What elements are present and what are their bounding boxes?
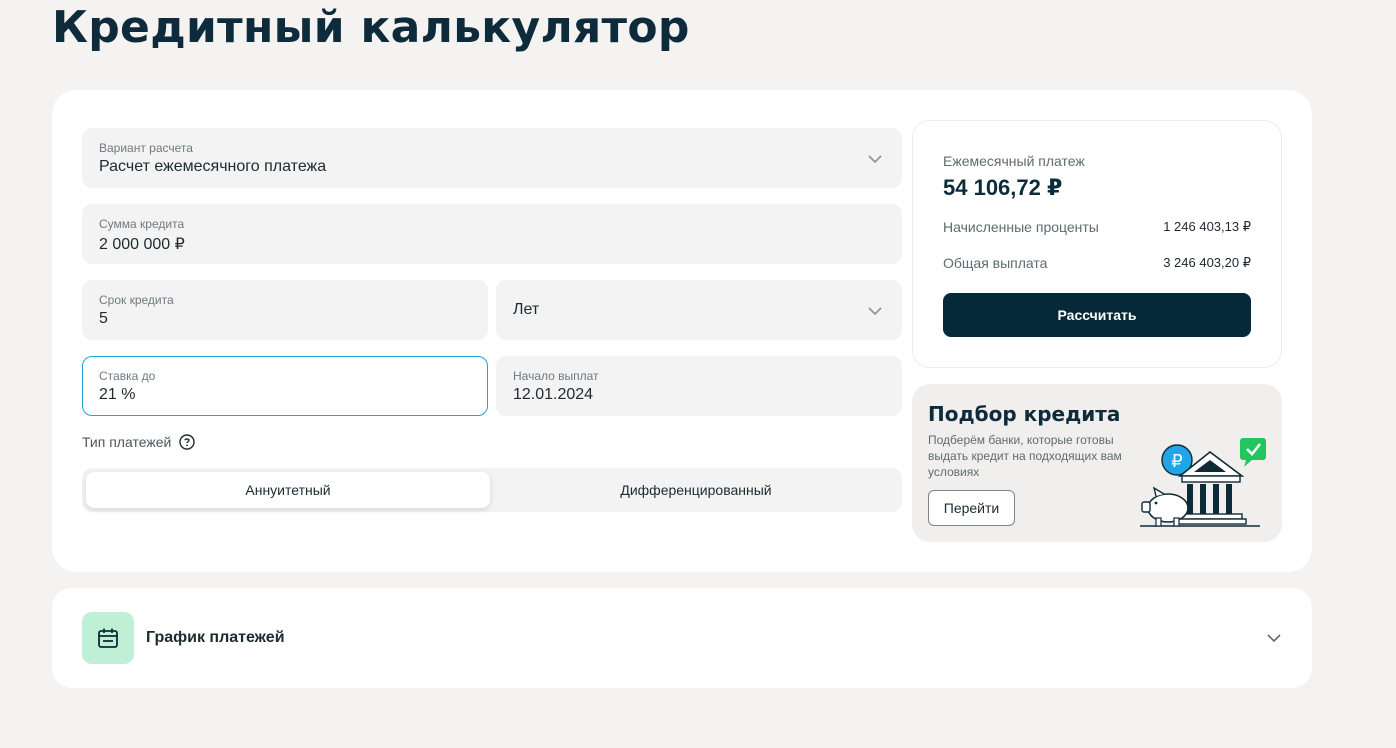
- help-icon[interactable]: [179, 434, 196, 450]
- promo-title: Подбор кредита: [928, 402, 1121, 426]
- calendar-icon: [98, 628, 118, 648]
- payment-schedule-accordion[interactable]: График платежей: [52, 588, 1312, 688]
- page-title: Кредитный калькулятор: [52, 2, 690, 53]
- annuity-option[interactable]: Аннуитетный: [86, 472, 490, 508]
- result-panel: Ежемесячный платеж 54 106,72 ₽ Начисленн…: [912, 120, 1282, 368]
- amount-field[interactable]: Сумма кредита 2 000 000 ₽: [82, 204, 902, 264]
- total-label: Общая выплата: [943, 255, 1048, 271]
- term-value: 5: [99, 310, 108, 327]
- monthly-payment-value: 54 106,72 ₽: [943, 175, 1063, 200]
- calendar-icon-badge: [82, 612, 134, 664]
- term-label: Срок кредита: [99, 293, 174, 307]
- term-unit-value: Лет: [513, 301, 540, 318]
- monthly-payment-label: Ежемесячный платеж: [943, 153, 1085, 169]
- rate-label: Ставка до: [99, 369, 156, 383]
- chevron-down-icon[interactable]: [1266, 630, 1282, 646]
- interest-label: Начисленные проценты: [943, 219, 1099, 235]
- payment-type-toggle: Аннуитетный Дифференцированный: [82, 468, 902, 512]
- calculator-card: Вариант расчета Расчет ежемесячного плат…: [52, 90, 1312, 572]
- calculate-button[interactable]: Рассчитать: [943, 293, 1251, 337]
- svg-text:₽: ₽: [1171, 451, 1182, 472]
- calc-variant-label: Вариант расчета: [99, 141, 193, 155]
- rate-field[interactable]: Ставка до 21 %: [82, 356, 488, 416]
- total-value: 3 246 403,20 ₽: [1163, 255, 1251, 270]
- start-date-field[interactable]: Начало выплат 12.01.2024: [496, 356, 902, 416]
- start-date-value: 12.01.2024: [513, 386, 594, 403]
- differentiated-option[interactable]: Дифференцированный: [494, 472, 898, 508]
- chevron-down-icon: [868, 155, 882, 164]
- rate-value: 21 %: [99, 386, 136, 403]
- chevron-down-icon: [868, 307, 882, 316]
- total-row: Общая выплата 3 246 403,20 ₽: [943, 255, 1251, 271]
- payment-type-label: Тип платежей: [82, 434, 172, 450]
- interest-value: 1 246 403,13 ₽: [1163, 219, 1251, 234]
- go-button[interactable]: Перейти: [928, 490, 1015, 526]
- bank-illustration-icon: ₽: [1140, 438, 1266, 527]
- schedule-title: График платежей: [146, 629, 285, 646]
- interest-row: Начисленные проценты 1 246 403,13 ₽: [943, 219, 1251, 235]
- promo-text: Подберём банки, которые готовы выдать кр…: [928, 433, 1122, 479]
- start-date-label: Начало выплат: [513, 369, 599, 383]
- loan-selection-promo: Подбор кредита Подберём банки, которые г…: [912, 384, 1282, 542]
- term-unit-select[interactable]: Лет: [496, 280, 902, 340]
- payment-type-heading: Тип платежей: [82, 434, 196, 450]
- amount-label: Сумма кредита: [99, 217, 185, 231]
- amount-value: 2 000 000 ₽: [99, 236, 185, 253]
- term-field[interactable]: Срок кредита 5: [82, 280, 488, 340]
- calc-variant-select[interactable]: Вариант расчета Расчет ежемесячного плат…: [82, 128, 902, 188]
- calc-variant-value: Расчет ежемесячного платежа: [99, 158, 327, 175]
